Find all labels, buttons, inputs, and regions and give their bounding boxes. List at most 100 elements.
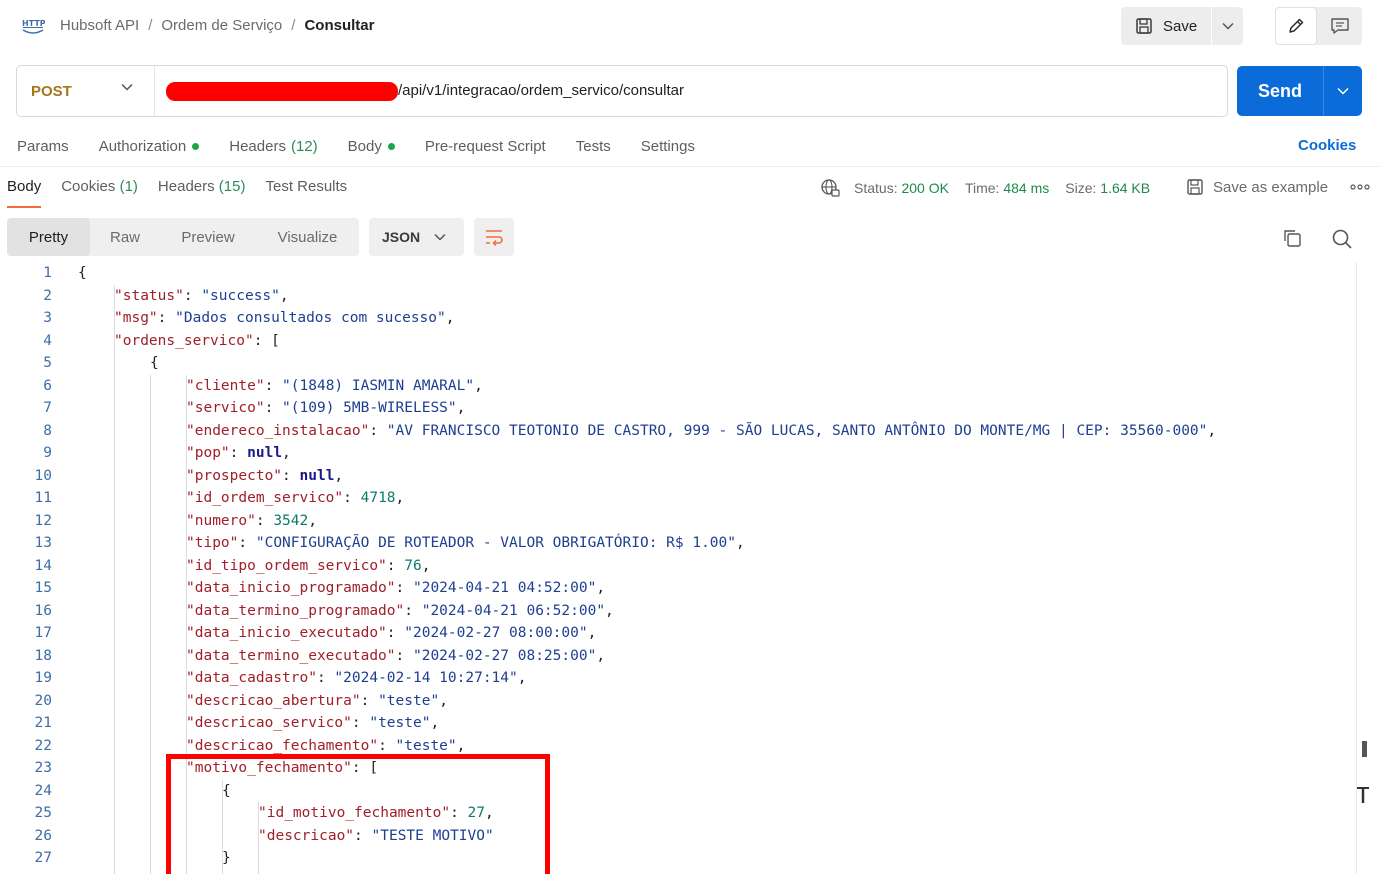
- edit-button[interactable]: [1275, 7, 1317, 45]
- status-metric[interactable]: Status: 200 OK: [854, 180, 949, 196]
- copy-icon[interactable]: [1282, 228, 1302, 248]
- code-text: "id_tipo_ordem_servico": 76,: [186, 555, 430, 577]
- line-number: 17: [34, 625, 52, 641]
- code-token: : [: [253, 332, 280, 349]
- code-token: ,: [282, 445, 291, 461]
- code-line: 6 "cliente": "(1848) IASMIN AMARAL",: [0, 375, 1356, 397]
- code-token: 3542: [273, 512, 309, 529]
- code-text: {: [78, 262, 87, 284]
- code-token: :: [378, 737, 396, 754]
- code-token: :: [229, 445, 248, 461]
- size-metric[interactable]: Size: 1.64 KB: [1065, 180, 1150, 196]
- line-number: 7: [43, 400, 52, 416]
- size-label: Size:: [1065, 180, 1097, 196]
- tab-authorization[interactable]: Authorization: [99, 136, 200, 156]
- code-token: null: [247, 445, 283, 461]
- comments-button[interactable]: [1317, 7, 1362, 45]
- code-token: "descricao_fechamento": [186, 737, 379, 754]
- code-token: 4718: [360, 490, 396, 506]
- response-tab-body[interactable]: Body: [7, 178, 42, 208]
- send-options-dropdown[interactable]: [1324, 66, 1362, 116]
- tab-settings[interactable]: Settings: [641, 136, 695, 156]
- tab-body[interactable]: Body: [348, 136, 395, 156]
- network-globe-icon[interactable]: [820, 178, 840, 198]
- code-text: "servico": "(109) 5MB-WIRELESS",: [186, 397, 465, 419]
- save-options-dropdown[interactable]: [1212, 7, 1243, 45]
- line-number: 21: [34, 715, 52, 731]
- search-icon[interactable]: [1331, 228, 1353, 250]
- tab-params[interactable]: Params: [17, 136, 69, 156]
- code-token: "teste": [378, 692, 440, 709]
- response-tab-headers[interactable]: Headers (15): [158, 178, 246, 208]
- line-number: 11: [34, 490, 52, 506]
- code-line: 19 "data_cadastro": "2024-02-14 10:27:14"…: [0, 667, 1356, 689]
- code-token: "servico": [186, 400, 265, 416]
- code-token: "descricao_servico": [186, 715, 352, 731]
- code-token: ,: [395, 490, 405, 506]
- code-token: :: [386, 557, 405, 574]
- save-button[interactable]: Save: [1121, 7, 1212, 45]
- scrollbar-thumb[interactable]: [1362, 741, 1367, 757]
- response-tab-cookies[interactable]: Cookies (1): [61, 178, 138, 208]
- response-tab-test-results[interactable]: Test Results: [265, 178, 347, 208]
- view-mode-raw[interactable]: Raw: [90, 218, 160, 256]
- method-select[interactable]: POST: [17, 66, 155, 116]
- code-text: "cliente": "(1848) IASMIN AMARAL",: [186, 375, 483, 397]
- line-number: 5: [43, 355, 52, 371]
- code-token: "ordens_servico": [114, 332, 254, 349]
- code-token: ,: [517, 670, 527, 686]
- tab-label: Headers: [157, 178, 215, 195]
- view-mode-preview[interactable]: Preview: [160, 218, 256, 256]
- breadcrumb-item-request[interactable]: Consultar: [304, 17, 374, 34]
- tab-tests[interactable]: Tests: [576, 136, 611, 156]
- response-meta: Status: 200 OK Time: 484 ms Size: 1.64 K…: [820, 178, 1166, 198]
- view-mode-pretty[interactable]: Pretty: [7, 218, 90, 256]
- code-token: null: [299, 467, 335, 484]
- code-text: "msg": "Dados consultados com sucesso",: [114, 307, 454, 329]
- code-token: "endereco_instalacao": [186, 422, 370, 439]
- wrap-lines-icon: [486, 230, 503, 246]
- send-button[interactable]: Send: [1237, 66, 1324, 116]
- pencil-icon: [1289, 18, 1304, 33]
- code-text: "descricao_servico": "teste",: [186, 712, 439, 734]
- code-text: "descricao_abertura": "teste",: [186, 690, 448, 712]
- comment-icon: [1330, 18, 1349, 34]
- code-token: "2024-02-27 08:00:00": [404, 625, 588, 641]
- code-text: "prospecto": null,: [186, 465, 343, 487]
- active-indicator-dot: [192, 142, 200, 150]
- save-as-example-button[interactable]: Save as example: [1186, 178, 1328, 196]
- breadcrumb-item-folder[interactable]: Ordem de Serviço: [161, 17, 282, 34]
- editor-scrollbar-track[interactable]: [1356, 262, 1357, 874]
- language-select[interactable]: JSON: [369, 218, 464, 256]
- view-mode-visualize[interactable]: Visualize: [256, 218, 359, 256]
- save-as-example-label: Save as example: [1213, 178, 1329, 196]
- code-token: "status": [114, 287, 184, 304]
- code-line: 12 "numero": 3542,: [0, 510, 1356, 532]
- tab-label: Test Results: [265, 178, 348, 195]
- url-input[interactable]: /api/v1/integracao/ordem_servico/consult…: [398, 82, 684, 99]
- size-value: 1.64 KB: [1100, 180, 1151, 196]
- status-label: Status:: [854, 180, 898, 196]
- breadcrumb-item-collection[interactable]: Hubsoft API: [60, 17, 139, 34]
- code-line: 10 "prospecto": null,: [0, 465, 1356, 487]
- code-line: 21 "descricao_servico": "teste",: [0, 712, 1356, 734]
- code-token: ,: [430, 715, 440, 731]
- wrap-lines-button[interactable]: [474, 218, 514, 256]
- tab-headers[interactable]: Headers (12): [229, 136, 317, 156]
- code-token: :: [360, 692, 379, 709]
- code-line: 9 "pop": null,: [0, 442, 1356, 464]
- top-bar: HTTP Hubsoft API / Ordem de Serviço / Co…: [0, 0, 1380, 54]
- tab-label: Pre-request Script: [424, 137, 546, 155]
- line-number: 8: [43, 422, 52, 439]
- time-metric[interactable]: Time: 484 ms: [965, 180, 1049, 196]
- more-options-icon[interactable]: [1350, 184, 1370, 190]
- tab-pre-request-script[interactable]: Pre-request Script: [425, 136, 546, 156]
- line-number: 15: [34, 580, 52, 596]
- tab-label: Cookies: [61, 178, 116, 195]
- code-token: ,: [587, 625, 597, 641]
- code-line: 7 "servico": "(109) 5MB-WIRELESS",: [0, 397, 1356, 419]
- cookies-link[interactable]: Cookies: [1298, 137, 1356, 154]
- code-token: "2024-02-14 10:27:14": [334, 670, 518, 686]
- code-token: :: [351, 715, 370, 731]
- code-text: "data_inicio_programado": "2024-04-21 04…: [186, 577, 605, 599]
